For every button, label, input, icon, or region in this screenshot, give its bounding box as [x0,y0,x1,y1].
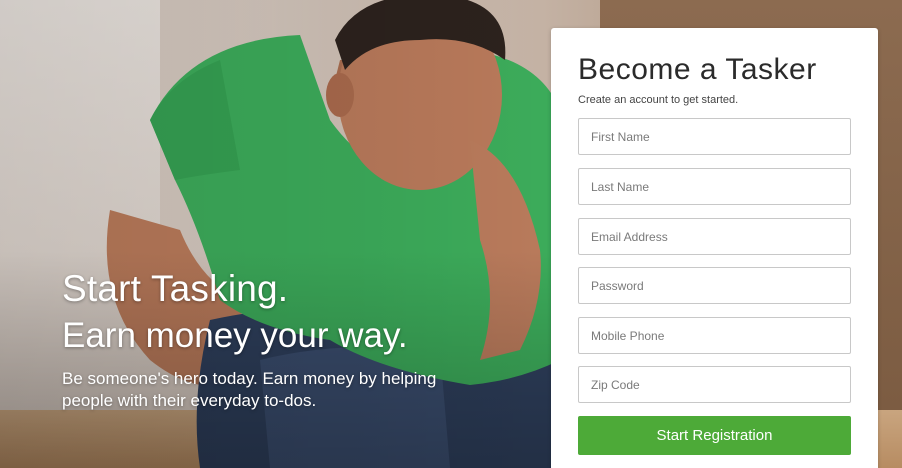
signup-card: Become a Tasker Create an account to get… [551,28,878,468]
hero-copy: Start Tasking. Earn money your way. Be s… [62,268,502,412]
email-input[interactable] [578,218,851,255]
start-registration-button[interactable]: Start Registration [578,416,851,455]
password-input[interactable] [578,267,851,304]
hero-section: Start Tasking. Earn money your way. Be s… [0,0,902,468]
hero-headline: Start Tasking. [62,268,289,309]
zip-code-input[interactable] [578,366,851,403]
hero-subheadline: Earn money your way. [62,316,408,355]
signup-subtitle: Create an account to get started. [578,94,739,106]
hero-body-text: Be someone's hero today. Earn money by h… [62,369,437,410]
last-name-input[interactable] [578,168,851,205]
mobile-phone-input[interactable] [578,317,851,354]
signup-title: Become a Tasker [578,53,817,86]
first-name-input[interactable] [578,118,851,155]
